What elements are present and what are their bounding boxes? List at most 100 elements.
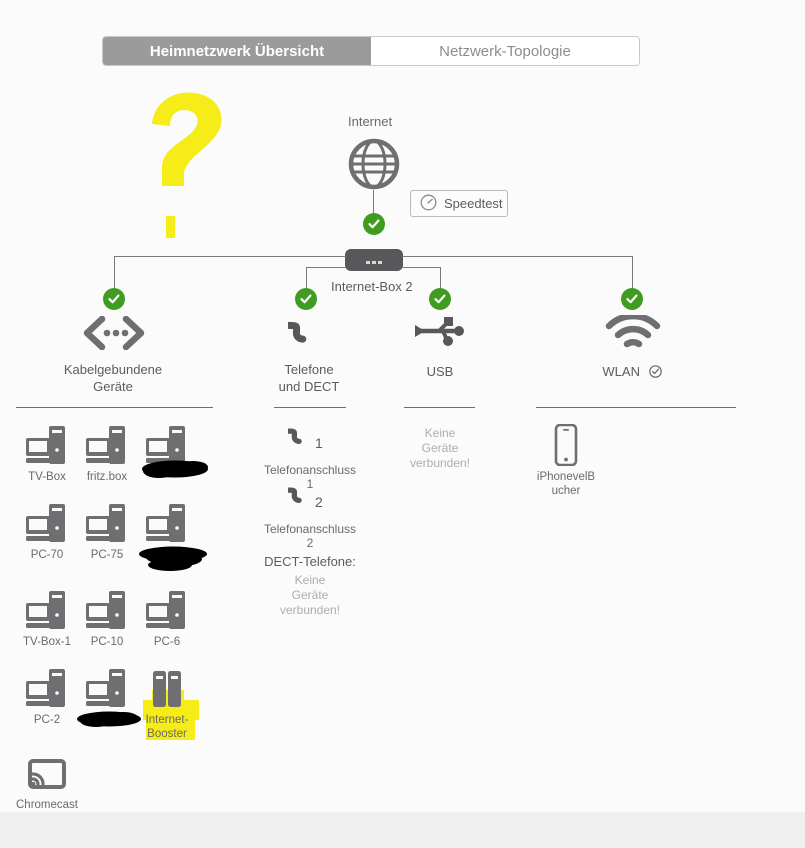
port-number-badge: 1 <box>315 435 323 451</box>
router-icon[interactable] <box>345 249 403 271</box>
empty-line: Keine <box>294 573 326 587</box>
empty-line: Geräte <box>291 588 329 602</box>
category-label-phones: Telefone und DECT <box>240 361 378 395</box>
globe-icon[interactable] <box>348 138 400 190</box>
wifi-icon[interactable] <box>605 312 661 354</box>
category-label-line: USB <box>426 364 454 379</box>
usb-icon[interactable] <box>413 315 467 352</box>
device-name: PC-75 <box>90 549 124 561</box>
desktop-pc-icon <box>76 585 138 631</box>
device-name: TV-Box-1 <box>23 636 71 648</box>
category-label-wlan: WLAN <box>563 363 701 382</box>
telephone-handset-icon <box>281 421 318 456</box>
empty-line: Keine <box>424 426 456 440</box>
router-led-indicators <box>366 261 382 264</box>
desktop-pc-icon <box>76 498 138 544</box>
handwritten-question-mark-annotation <box>152 92 222 238</box>
view-tab-bar: Heimnetzwerk Übersicht Netzwerk-Topologi… <box>102 36 640 66</box>
status-badge-usb <box>429 288 451 310</box>
section-divider-wired <box>16 407 213 408</box>
bus-line-inner-left <box>306 267 346 268</box>
status-badge-wired <box>103 288 125 310</box>
list-item[interactable]: TV-Box <box>16 420 78 485</box>
list-item[interactable]: TV-Box-1 <box>16 585 78 650</box>
list-item[interactable]: PC-70 <box>16 498 78 563</box>
redaction-blob-1 <box>142 460 208 478</box>
category-label-line: Telefone <box>284 362 334 377</box>
tab-label: Heimnetzwerk Übersicht <box>149 42 325 60</box>
device-name: PC-10 <box>90 636 124 648</box>
list-item[interactable] <box>76 663 138 714</box>
status-badge-phones <box>295 288 317 310</box>
home-network-overview-page: Heimnetzwerk Übersicht Netzwerk-Topologi… <box>0 0 805 848</box>
dect-heading: DECT-Telefone: <box>264 554 356 569</box>
drop-line-wired <box>114 256 115 291</box>
list-item[interactable]: iPhonevelBucher <box>535 420 597 498</box>
section-divider-usb <box>404 407 475 408</box>
telephone-handset-icon <box>281 480 318 515</box>
bus-line-inner-right <box>402 267 440 268</box>
section-divider-phones <box>274 407 346 408</box>
desktop-pc-icon <box>136 585 198 631</box>
device-name: fritz.box <box>86 471 128 483</box>
desktop-pc-icon <box>16 420 78 466</box>
desktop-pc-icon <box>16 585 78 631</box>
list-item[interactable]: Internet-Booster <box>136 663 198 741</box>
bottom-page-strip <box>0 812 805 848</box>
chromecast-icon <box>16 748 78 794</box>
category-label-line: WLAN <box>602 364 640 379</box>
smartphone-icon <box>535 420 597 466</box>
speedtest-button[interactable]: Speedtest <box>410 190 508 217</box>
device-name: TV-Box <box>28 471 66 483</box>
check-circle-outline-icon[interactable] <box>648 365 662 382</box>
category-label-line: Geräte <box>93 379 133 394</box>
desktop-pc-icon <box>76 420 138 466</box>
device-name: Internet-Booster <box>145 714 189 740</box>
list-item[interactable]: PC-75 <box>76 498 138 563</box>
speedometer-icon <box>420 194 437 214</box>
list-item[interactable]: PC-6 <box>136 585 198 650</box>
status-badge-internet <box>363 213 385 235</box>
redaction-blob-3 <box>77 711 141 727</box>
category-label-usb: USB <box>371 363 509 380</box>
empty-line: Geräte <box>421 441 459 455</box>
usb-empty-state: Keine Geräte verbunden! <box>398 426 482 471</box>
category-label-line: und DECT <box>278 379 340 394</box>
tab-netzwerk-topologie[interactable]: Netzwerk-Topologie <box>371 37 639 65</box>
list-item[interactable]: Chromecast <box>16 748 78 813</box>
device-name: PC-70 <box>30 549 64 561</box>
port-number-badge: 2 <box>315 494 323 510</box>
desktop-pc-icon <box>16 663 78 709</box>
list-item[interactable]: PC-10 <box>76 585 138 650</box>
redaction-blob-2 <box>139 546 207 571</box>
device-name: Chromecast <box>16 799 78 811</box>
repeater-icon <box>136 663 198 709</box>
wired-devices-icon[interactable] <box>82 315 146 355</box>
bus-line-left <box>114 256 346 257</box>
empty-line: verbunden! <box>409 456 471 470</box>
telephone-handset-icon[interactable] <box>279 312 328 357</box>
status-badge-wlan <box>621 288 643 310</box>
drop-line-wlan <box>632 256 633 291</box>
empty-line: verbunden! <box>279 603 341 617</box>
internet-connector-line <box>373 190 374 214</box>
list-item[interactable]: fritz.box <box>76 420 138 485</box>
device-name: PC-2 <box>33 714 61 726</box>
router-label: Internet-Box 2 <box>331 279 413 294</box>
desktop-pc-icon <box>16 498 78 544</box>
device-name: PC-6 <box>153 636 181 648</box>
tab-heimnetzwerk-uebersicht[interactable]: Heimnetzwerk Übersicht <box>103 37 371 65</box>
list-item[interactable]: PC-2 <box>16 663 78 728</box>
device-name: iPhonevelBucher <box>536 471 596 497</box>
speedtest-label: Speedtest <box>444 196 503 211</box>
section-divider-wlan <box>536 407 736 408</box>
port-label: Telefonanschluss 2 <box>263 522 357 550</box>
category-label-line: Kabelgebundene <box>63 362 163 377</box>
desktop-pc-icon <box>76 663 138 709</box>
list-item[interactable]: 2 Telefonanschluss 2 <box>262 480 358 550</box>
bus-line-right <box>402 256 632 257</box>
tab-label: Netzwerk-Topologie <box>439 42 571 60</box>
internet-label: Internet <box>348 114 393 129</box>
desktop-pc-icon <box>136 498 198 544</box>
dect-empty-state: Keine Geräte verbunden! <box>248 573 372 618</box>
